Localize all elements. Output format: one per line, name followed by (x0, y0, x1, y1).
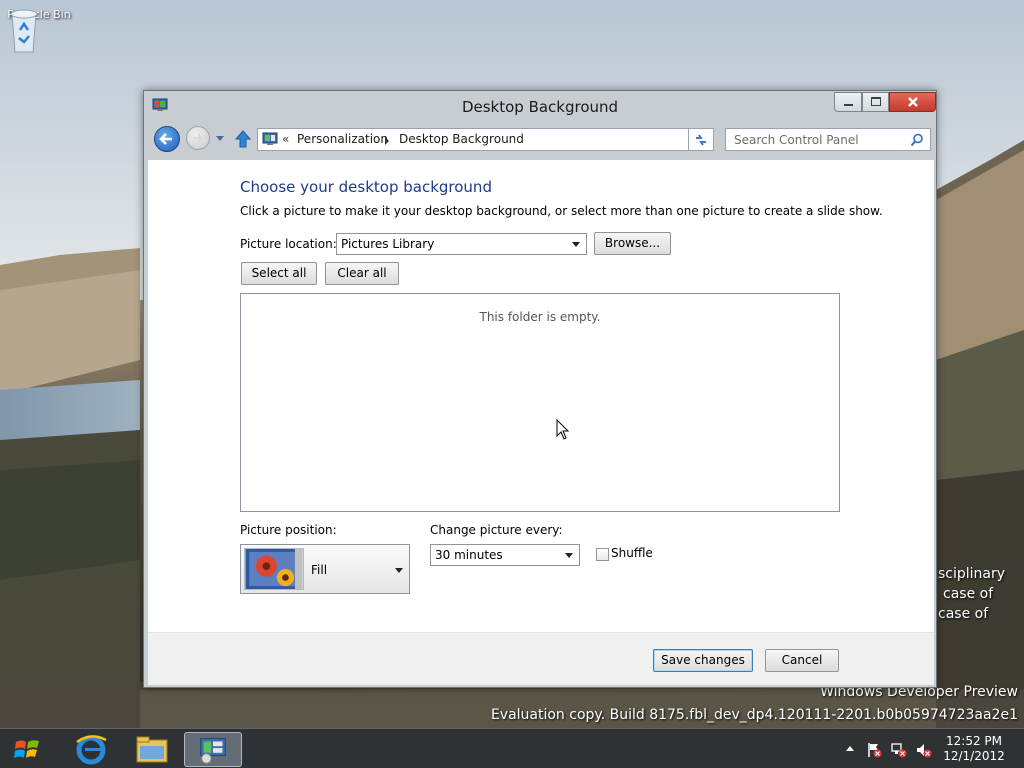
back-arrow-icon (159, 133, 172, 145)
refresh-icon (696, 134, 706, 146)
recycle-bin-icon (10, 9, 38, 53)
cancel-button[interactable]: Cancel (765, 649, 839, 672)
minimize-button[interactable] (834, 92, 862, 112)
refresh-button[interactable] (688, 128, 714, 151)
taskbar-internet-explorer[interactable] (62, 732, 120, 767)
volume-muted-icon[interactable] (916, 742, 932, 758)
change-picture-interval-dropdown[interactable]: 30 minutes (430, 544, 580, 566)
chevron-down-icon (572, 242, 580, 247)
minimize-icon (844, 104, 853, 106)
picture-location-label: Picture location: (240, 237, 337, 251)
picture-location-value: Pictures Library (341, 237, 435, 251)
action-center-icon[interactable] (866, 742, 882, 758)
picture-position-fill-icon (244, 548, 304, 590)
picture-location-dropdown[interactable]: Pictures Library (336, 233, 587, 255)
select-all-button[interactable]: Select all (241, 262, 317, 285)
background-window-text: case of (943, 586, 994, 602)
watermark-build: Evaluation copy. Build 8175.fbl_dev_dp4.… (490, 707, 1018, 723)
chevron-down-icon (395, 568, 403, 573)
close-button[interactable] (889, 92, 936, 112)
maximize-icon (871, 97, 881, 106)
search-control-panel-input[interactable]: Search Control Panel (725, 128, 931, 151)
forward-button[interactable] (186, 126, 210, 150)
start-orb-icon[interactable] (8, 735, 46, 765)
empty-folder-message: This folder is empty. (479, 310, 601, 324)
page-title: Choose your desktop background (240, 178, 492, 196)
dialog-footer: Save changes Cancel (148, 632, 934, 685)
internet-explorer-icon (76, 735, 107, 765)
search-icon[interactable] (910, 133, 924, 147)
control-panel-icon (262, 132, 278, 145)
background-window-text: sciplinary (938, 566, 1006, 582)
maximize-button[interactable] (862, 92, 889, 112)
window-title: Desktop Background (461, 98, 619, 116)
shuffle-checkbox[interactable] (596, 548, 609, 561)
network-icon[interactable] (891, 742, 907, 758)
picture-position-dropdown[interactable]: Fill (240, 544, 410, 594)
save-changes-button[interactable]: Save changes (653, 649, 753, 672)
address-bar[interactable]: « Personalization Desktop Background (257, 128, 794, 151)
taskbar: 12:52 PM 12/1/2012 (0, 728, 1024, 768)
taskbar-file-explorer[interactable] (122, 732, 180, 767)
close-icon (908, 97, 918, 107)
page-description: Click a picture to make it your desktop … (240, 204, 883, 218)
mouse-pointer-icon (556, 419, 570, 440)
change-picture-interval-value: 30 minutes (435, 548, 503, 562)
background-window-text: case of (938, 606, 989, 622)
content-pane: Choose your desktop background Click a p… (148, 160, 934, 685)
title-bar[interactable]: Desktop Background (144, 91, 936, 123)
desktop-background-window: Desktop Background « Personalization Des… (143, 90, 937, 688)
breadcrumb-desktop-background[interactable]: Desktop Background (399, 132, 524, 146)
recent-pages-dropdown[interactable] (216, 136, 224, 141)
search-placeholder: Search Control Panel (734, 133, 859, 147)
taskbar-control-panel[interactable] (184, 732, 242, 767)
chevron-down-icon (565, 553, 573, 558)
change-picture-label: Change picture every: (430, 523, 563, 537)
clock-date: 12/1/2012 (943, 749, 1005, 763)
picture-position-label: Picture position: (240, 523, 337, 537)
back-button[interactable] (154, 126, 180, 152)
file-explorer-icon (136, 736, 168, 763)
shuffle-label[interactable]: Shuffle (611, 546, 653, 560)
clear-all-button[interactable]: Clear all (325, 262, 399, 285)
control-panel-icon (200, 738, 226, 764)
system-clock[interactable]: 12:52 PM 12/1/2012 (936, 734, 1012, 764)
forward-arrow-icon (193, 133, 204, 143)
picture-position-value: Fill (311, 563, 328, 577)
breadcrumb-separator-icon[interactable] (385, 137, 389, 145)
desktop-icon-recycle-bin[interactable]: Recycle Bin (6, 6, 72, 53)
breadcrumb-personalization[interactable]: Personalization (297, 132, 388, 146)
navigation-bar: « Personalization Desktop Background Sea… (144, 123, 936, 155)
picture-list[interactable]: This folder is empty. (240, 293, 840, 512)
clock-time: 12:52 PM (946, 734, 1002, 748)
show-hidden-icons-button[interactable] (846, 746, 854, 751)
up-arrow-icon[interactable] (234, 129, 252, 149)
breadcrumb-overflow[interactable]: « (282, 132, 289, 146)
browse-button[interactable]: Browse... (594, 232, 671, 255)
